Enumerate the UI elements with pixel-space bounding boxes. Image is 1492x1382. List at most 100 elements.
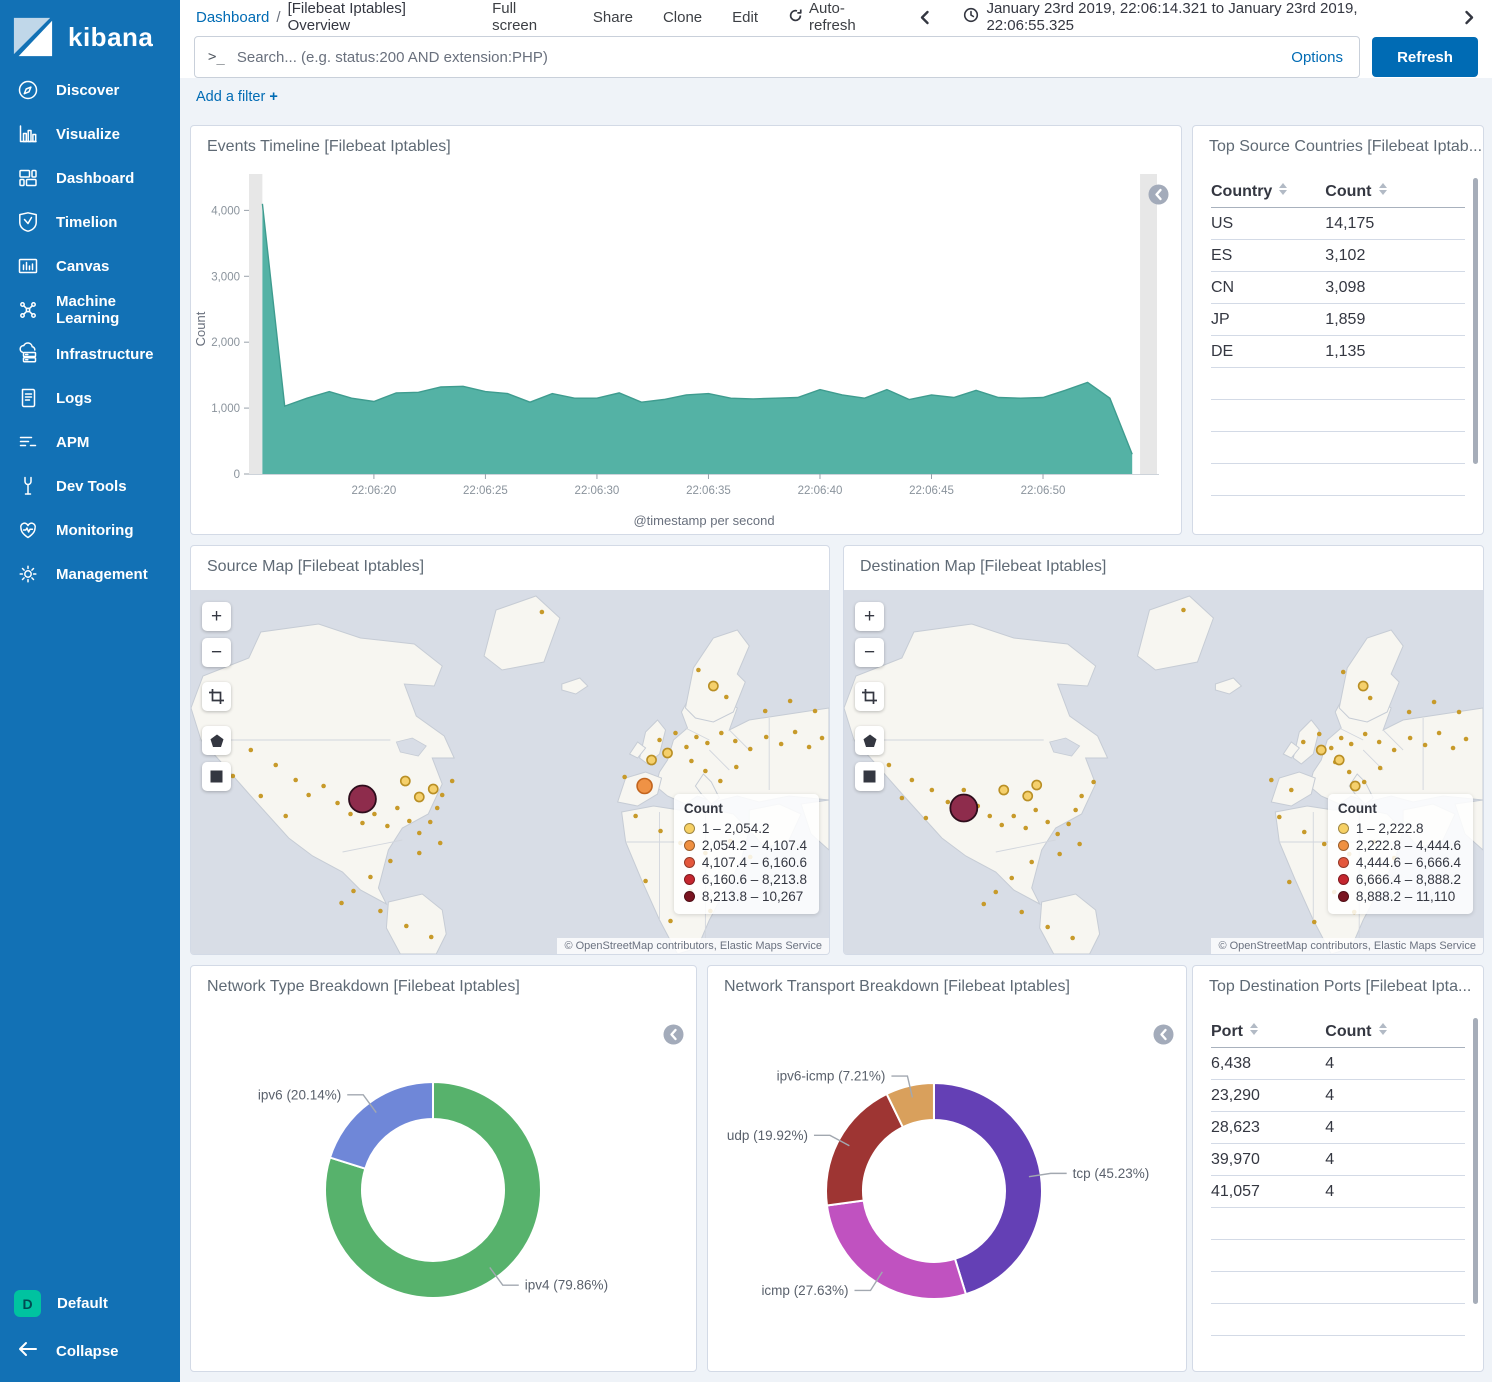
map-data-point <box>1408 736 1413 741</box>
table-row: 39,9704 <box>1211 1144 1465 1176</box>
map-data-point <box>258 794 263 799</box>
destination-map[interactable]: + − Count1 – 2,222.82,222.8 – 4,444.64,444… <box>844 590 1483 954</box>
sidebar-item-monitoring[interactable]: Monitoring <box>0 508 180 552</box>
sidebar-item-infrastructure[interactable]: Infrastructure <box>0 332 180 376</box>
edit-button[interactable]: Edit <box>732 9 758 26</box>
legend-toggle-icon[interactable] <box>663 1024 684 1045</box>
map-data-point <box>1349 742 1354 747</box>
map-data-point <box>694 735 699 740</box>
map-data-point <box>703 769 708 774</box>
time-back-chevron[interactable] <box>918 9 933 25</box>
legend-item: 1 – 2,054.2 <box>684 820 807 837</box>
terminal-prompt-icon: >_ <box>195 49 235 65</box>
sidebar-item-dev-tools[interactable]: Dev Tools <box>0 464 180 508</box>
map-legend: Count1 – 2,222.82,222.8 – 4,444.64,444.6… <box>1328 794 1473 914</box>
sidebar-item-dashboard[interactable]: Dashboard <box>0 156 180 200</box>
map-data-point <box>1362 780 1367 785</box>
table-row: 23,2904 <box>1211 1080 1465 1112</box>
options-link[interactable]: Options <box>1291 49 1359 66</box>
breadcrumb-dashboard-link[interactable]: Dashboard <box>196 9 269 26</box>
map-data-point <box>733 739 738 744</box>
network-transport-donut-chart[interactable]: tcp (45.23%)icmp (27.63%)udp (19.92%)ipv… <box>708 966 1187 1372</box>
auto-refresh-button[interactable]: Auto-refresh <box>788 0 888 34</box>
space-selector-default[interactable]: D Default <box>0 1280 180 1327</box>
svg-text:udp (19.92%): udp (19.92%) <box>727 1128 808 1143</box>
legend-toggle-icon[interactable] <box>1153 1024 1174 1045</box>
map-data-point <box>1079 794 1084 799</box>
draw-polygon-button[interactable] <box>855 726 884 755</box>
map-data-point <box>1407 710 1412 715</box>
table-row-empty <box>1211 1240 1465 1272</box>
sort-icon <box>1379 1023 1387 1035</box>
time-range-picker[interactable]: January 23rd 2019, 22:06:14.321 to Janua… <box>963 0 1432 34</box>
map-data-point <box>705 741 710 746</box>
legend-title: Count <box>1338 801 1461 816</box>
map-data-point <box>348 812 353 817</box>
refresh-button[interactable]: Refresh <box>1372 37 1478 77</box>
legend-toggle-icon[interactable] <box>1148 184 1169 205</box>
time-forward-chevron[interactable] <box>1463 9 1478 25</box>
map-data-point <box>1057 852 1062 857</box>
table-row: 28,6234 <box>1211 1112 1465 1144</box>
sidebar-item-machine-learning[interactable]: Machine Learning <box>0 288 180 332</box>
sidebar-item-timelion[interactable]: Timelion <box>0 200 180 244</box>
sidebar-item-canvas[interactable]: Canvas <box>0 244 180 288</box>
zoom-out-button[interactable]: − <box>202 638 231 667</box>
map-data-point <box>401 776 410 785</box>
draw-rectangle-button[interactable] <box>855 762 884 791</box>
sidebar-item-label: Canvas <box>56 258 109 275</box>
polygon-icon <box>210 734 224 748</box>
clone-button[interactable]: Clone <box>663 9 702 26</box>
map-data-point <box>719 731 724 736</box>
sidebar-item-management[interactable]: Management <box>0 552 180 596</box>
network-type-donut-chart[interactable]: ipv4 (79.86%)ipv6 (20.14%) <box>191 966 697 1372</box>
svg-text:icmp (27.63%): icmp (27.63%) <box>761 1283 848 1298</box>
breadcrumb-current: [Filebeat Iptables] Overview <box>288 0 467 34</box>
zoom-in-button[interactable]: + <box>855 602 884 631</box>
plus-icon: + <box>864 606 875 628</box>
legend-swatch <box>684 874 695 885</box>
crop-icon <box>862 689 877 704</box>
draw-polygon-button[interactable] <box>202 726 231 755</box>
table-row: US14,175 <box>1211 208 1465 240</box>
events-timeline-chart[interactable]: 01,0002,0003,0004,00022:06:2022:06:2522:… <box>191 164 1182 534</box>
sidebar-item-apm[interactable]: APM <box>0 420 180 464</box>
table-scrollbar[interactable] <box>1473 1018 1478 1304</box>
column-header-country[interactable]: Country <box>1211 183 1325 201</box>
share-button[interactable]: Share <box>593 9 633 26</box>
sidebar-item-discover[interactable]: Discover <box>0 68 180 112</box>
square-icon <box>863 770 876 783</box>
sidebar-collapse-button[interactable]: Collapse <box>0 1327 180 1372</box>
draw-rectangle-button[interactable] <box>202 762 231 791</box>
timelion-shield-icon <box>16 210 40 234</box>
source-map[interactable]: +−Count1 – 2,054.22,054.2 – 4,107.44,107… <box>191 590 829 954</box>
crop-tool-button[interactable] <box>855 682 884 711</box>
map-data-point <box>1377 740 1382 745</box>
table-row-empty <box>1211 464 1465 496</box>
zoom-out-button[interactable]: − <box>855 638 884 667</box>
column-header-port[interactable]: Port <box>1211 1023 1325 1041</box>
map-data-point <box>1029 860 1034 865</box>
map-data-point <box>335 801 340 806</box>
kibana-logo[interactable]: kibana <box>0 0 180 68</box>
svg-text:22:06:40: 22:06:40 <box>798 485 843 497</box>
column-header-count[interactable]: Count <box>1325 1023 1465 1041</box>
column-header-count[interactable]: Count <box>1325 183 1465 201</box>
crop-tool-button[interactable] <box>202 682 231 711</box>
zoom-in-button[interactable]: + <box>202 602 231 631</box>
map-data-point <box>1347 770 1352 775</box>
sidebar-item-visualize[interactable]: Visualize <box>0 112 180 156</box>
svg-text:22:06:50: 22:06:50 <box>1021 485 1066 497</box>
sidebar-item-logs[interactable]: Logs <box>0 376 180 420</box>
add-filter-link[interactable]: Add a filter + <box>196 89 278 105</box>
apm-icon <box>16 430 40 454</box>
map-data-point <box>709 681 718 690</box>
table-scrollbar[interactable] <box>1473 178 1478 464</box>
sidebar-item-label: Visualize <box>56 126 120 143</box>
map-data-point <box>1009 876 1014 881</box>
full-screen-button[interactable]: Full screen <box>492 0 563 34</box>
map-data-point <box>930 788 935 793</box>
map-data-point <box>368 875 373 880</box>
map-data-point <box>1437 731 1442 736</box>
search-input[interactable] <box>235 48 1291 67</box>
